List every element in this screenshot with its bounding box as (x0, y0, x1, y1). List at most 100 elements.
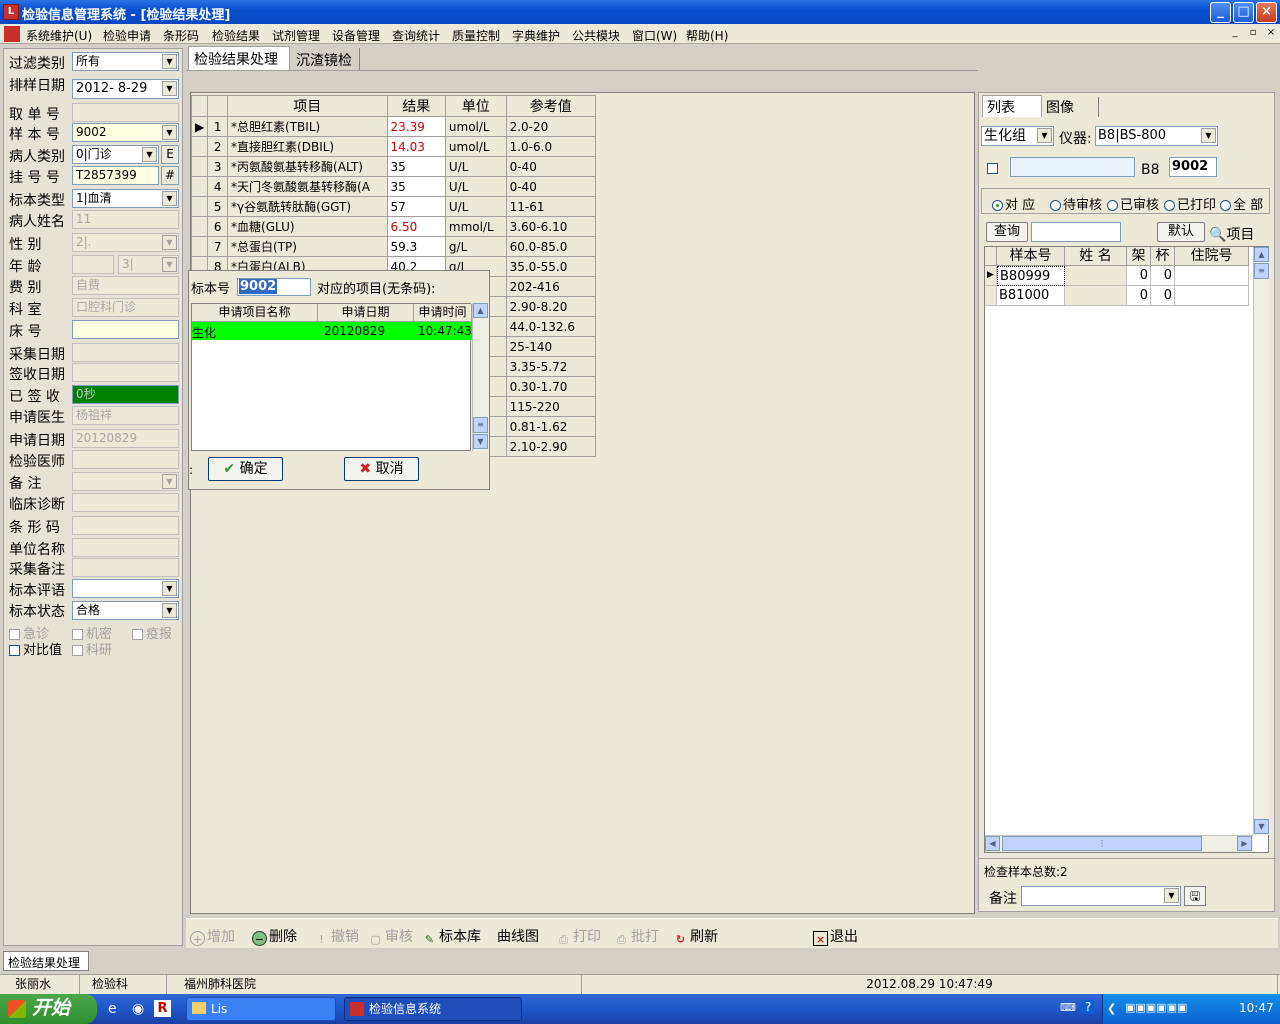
menu-device[interactable]: 设备管理 (332, 27, 380, 44)
result-row[interactable]: ▶ 1 *总胆红素(TBIL) 23.39 umol/L 2.0-20 (190, 116, 597, 137)
right-note-select[interactable]: ▼ (1021, 886, 1181, 906)
ptype-select[interactable]: 0|门诊 ▼ (72, 145, 159, 164)
item-name[interactable]: *总蛋白(TP) (227, 236, 388, 257)
popup-header-name[interactable]: 申请项目名称 (192, 304, 318, 322)
chevron-down-icon[interactable]: ▼ (142, 147, 157, 162)
result-row[interactable]: 6 *血糖(GLU) 6.50 mmol/L 3.60-6.10 (190, 216, 597, 237)
stype-select[interactable]: 1|血清 ▼ (72, 189, 179, 208)
diag-input[interactable] (72, 493, 179, 512)
grid-header-item[interactable]: 项目 (227, 95, 388, 117)
result-value[interactable]: 35 (386, 156, 446, 177)
chevron-down-icon[interactable]: ▼ (162, 191, 177, 206)
minimize-button[interactable]: _ (1210, 2, 1231, 23)
dept-input[interactable]: 口腔科门诊 (72, 298, 179, 317)
radio-all[interactable]: 全 部 (1220, 194, 1263, 213)
cancel-button[interactable]: ✖ 取消 (344, 457, 419, 481)
chevron-down-icon[interactable]: ▼ (162, 257, 177, 272)
apply-date-input[interactable]: 20120829 (72, 429, 179, 448)
grid-header-unit[interactable]: 单位 (444, 95, 507, 117)
result-value[interactable]: 6.50 (386, 216, 446, 237)
sample-row-2-id[interactable]: B81000 (997, 286, 1065, 306)
sample-row-1-id[interactable]: B80999 (997, 266, 1065, 286)
popup-item-row[interactable]: 生化 20120829 10:47:43 (192, 322, 472, 340)
item-name[interactable]: *γ谷氨酰转肽酶(GGT) (227, 196, 388, 217)
collect-input[interactable] (72, 343, 179, 362)
unit-input[interactable] (72, 538, 179, 557)
grid-header-result[interactable]: 结果 (386, 95, 446, 117)
result-row[interactable]: 2 *直接胆红素(DBIL) 14.03 umol/L 1.0-6.0 (190, 136, 597, 157)
chevron-down-icon[interactable]: ▼ (1037, 128, 1052, 143)
task-lis[interactable]: Lis (186, 997, 336, 1021)
menu-query[interactable]: 查询统计 (392, 27, 440, 44)
sample-row-2-name[interactable] (1065, 286, 1127, 306)
research-checkbox[interactable]: 科研 (72, 639, 112, 658)
query-input[interactable] (1031, 222, 1121, 242)
print-button[interactable]: ⎙ 打印 (556, 926, 601, 947)
menu-window[interactable]: 窗口(W) (632, 27, 677, 44)
fetch-input[interactable] (72, 103, 179, 122)
tab-list[interactable]: 列表 (982, 95, 1042, 117)
sample-row-2-rack[interactable]: 0 (1127, 286, 1151, 306)
scroll-up-icon[interactable]: ▲ (1254, 247, 1269, 262)
result-value[interactable]: 59.3 (386, 236, 446, 257)
collnote-input[interactable] (72, 558, 179, 577)
radio-match[interactable]: 对 应 (992, 194, 1035, 213)
chevron-down-icon[interactable]: ▼ (162, 125, 177, 140)
checker-input[interactable] (72, 450, 179, 469)
radio-printed[interactable]: 已打印 (1164, 194, 1216, 213)
delete-button[interactable]: − 删除 (252, 926, 297, 946)
audit-button[interactable]: ▢ 审核 (368, 926, 413, 947)
keyboard-icon[interactable]: ⌨ (1060, 1001, 1076, 1014)
scroll-up-icon[interactable]: ▲ (473, 303, 488, 318)
result-value[interactable]: 14.03 (386, 136, 446, 157)
sample-library-button[interactable]: ✎ 标本库 (422, 926, 481, 947)
status-select[interactable]: 合格 ▼ (72, 601, 179, 620)
exit-button[interactable]: × 退出 (813, 926, 858, 946)
menu-apply[interactable]: 检验申请 (103, 27, 151, 44)
note-select[interactable]: ▼ (72, 472, 179, 491)
sex-select[interactable]: 2|. ▼ (72, 233, 179, 252)
result-row[interactable]: 5 *γ谷氨酰转肽酶(GGT) 57 U/L 11-61 (190, 196, 597, 217)
sample-row-1-inpatient[interactable] (1175, 266, 1249, 286)
mdi-restore-button[interactable]: ▫ (1246, 27, 1260, 40)
sample-row-1-cup[interactable]: 0 (1151, 266, 1175, 286)
sample-header-cup[interactable]: 杯 (1151, 247, 1175, 266)
batch-print-button[interactable]: ⎙ 批打 (614, 926, 659, 947)
chevron-down-icon[interactable]: ▼ (162, 235, 177, 250)
chevron-down-icon[interactable]: ▼ (162, 81, 177, 96)
chevron-down-icon[interactable]: ▼ (162, 603, 177, 618)
age-input[interactable] (72, 255, 114, 274)
item-name[interactable]: *直接胆红素(DBIL) (227, 136, 388, 157)
mdi-close-button[interactable]: × (1264, 27, 1278, 40)
form-tab[interactable]: 检验结果处理 (3, 951, 89, 971)
sample-grid-hscroll[interactable]: ◀ ⋮ ▶ (985, 835, 1253, 852)
menu-system[interactable]: 系统维护(U) (26, 27, 92, 44)
item-name[interactable]: *丙氨酸氨基转移酶(ALT) (227, 156, 388, 177)
tab-image[interactable]: 图像 (1042, 97, 1099, 117)
mdi-app-icon[interactable] (4, 26, 20, 42)
reg-input[interactable]: T2857399 (72, 166, 159, 185)
scroll-thumb[interactable]: ≡ (1254, 263, 1269, 279)
save-note-icon[interactable]: 🖫 (1184, 886, 1206, 906)
chevron-down-icon[interactable]: ▼ (162, 474, 177, 489)
tab-result-processing[interactable]: 检验结果处理 (188, 46, 290, 70)
close-button[interactable]: × (1256, 2, 1277, 23)
menu-barcode[interactable]: 条形码 (163, 27, 199, 44)
menu-help[interactable]: 帮助(H) (686, 27, 728, 44)
scroll-down-icon[interactable]: ▼ (473, 434, 488, 449)
compare-checkbox[interactable]: 对比值 (9, 639, 62, 658)
bed-input[interactable] (72, 320, 179, 339)
doctor-input[interactable]: 杨祖祥 (72, 406, 179, 425)
filter-text-input[interactable] (1010, 157, 1135, 177)
date-picker[interactable]: 2012- 8-29 ▼ (72, 79, 179, 99)
chevron-down-icon[interactable]: ▼ (162, 54, 177, 69)
result-value[interactable]: 35 (386, 176, 446, 197)
item-name[interactable]: *天门冬氨酸氨基转移酶(A (227, 176, 388, 197)
fee-input[interactable]: 自费 (72, 276, 179, 295)
browser-icon[interactable]: ◉ (132, 1001, 144, 1017)
help-icon[interactable]: ? (1082, 1000, 1095, 1014)
default-button[interactable]: 默认 (1157, 222, 1205, 242)
popup-scrollbar[interactable]: ▲ ≡ ▼ (472, 303, 488, 451)
mdi-minimize-button[interactable]: _ (1228, 27, 1242, 40)
result-value[interactable]: 23.39 (386, 116, 446, 137)
